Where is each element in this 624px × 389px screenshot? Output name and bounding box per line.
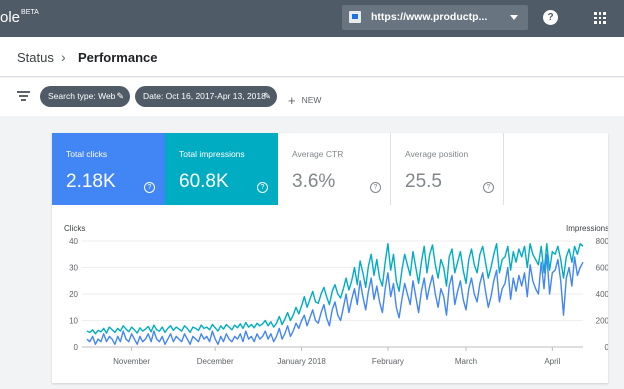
beta-badge: BETA: [21, 9, 39, 16]
date-range-chip[interactable]: Date: Oct 16, 2017-Apr 13, 2018 ✎: [135, 86, 277, 107]
left-tick-label: 10: [69, 317, 78, 326]
x-axis-labels: November December January 2018 February Marc…: [113, 347, 561, 366]
page-header: Status › Performance: [0, 37, 624, 77]
left-tick-label: 40: [69, 237, 78, 246]
apps-grid-icon[interactable]: [594, 12, 606, 24]
top-app-bar: oleBETA https://www.productp... ?: [0, 0, 624, 37]
breadcrumb-separator-icon: ›: [61, 49, 66, 65]
filter-bar: Search type: Web ✎ Date: Oct 16, 2017-Ap…: [0, 78, 624, 116]
property-url: https://www.productp...: [371, 11, 488, 23]
breadcrumb-status[interactable]: Status: [17, 50, 54, 65]
x-tick-label: January 2018: [277, 357, 326, 366]
x-tick-label: March: [455, 357, 477, 366]
left-tick-label: 30: [69, 264, 78, 273]
product-logo[interactable]: oleBETA: [0, 9, 39, 26]
x-tick-label: April: [544, 357, 560, 366]
filter-icon[interactable]: [17, 91, 30, 101]
pencil-icon: ✎: [263, 91, 271, 101]
performance-chart[interactable]: Clicks Impressions 0 0 10 200 20 400 30 600 40 80…: [52, 133, 608, 383]
page-title: Performance: [78, 50, 158, 65]
x-tick-label: February: [372, 357, 404, 366]
left-axis-title: Clicks: [64, 224, 85, 233]
right-tick-label: 600: [596, 264, 608, 273]
caret-down-icon: [510, 15, 518, 20]
x-tick-label: December: [197, 357, 234, 366]
left-tick-label: 20: [69, 290, 78, 299]
help-icon[interactable]: ?: [543, 10, 558, 25]
right-tick-label: 400: [596, 290, 608, 299]
chip-label: Date: Oct 16, 2017-Apr 13, 2018: [143, 91, 266, 101]
right-axis-title: Impressions: [566, 224, 608, 233]
logo-text: ole: [0, 9, 21, 26]
chip-label: Search type: Web: [48, 91, 116, 101]
x-tick-label: November: [113, 357, 150, 366]
plus-icon: +: [288, 93, 296, 108]
new-filter-button[interactable]: + NEW: [288, 91, 322, 108]
property-icon: [349, 11, 361, 23]
search-type-chip[interactable]: Search type: Web ✎: [40, 86, 130, 107]
right-tick-label: 200: [596, 317, 608, 326]
property-selector[interactable]: https://www.productp...: [342, 5, 528, 30]
performance-card: Total clicks 2.18K ? Total impressions 6…: [52, 133, 608, 383]
new-label: NEW: [301, 95, 322, 105]
right-tick-label: 800: [596, 237, 608, 246]
right-tick-label: 0: [605, 343, 608, 352]
left-tick-label: 0: [74, 343, 79, 352]
pencil-icon: ✎: [116, 91, 124, 101]
